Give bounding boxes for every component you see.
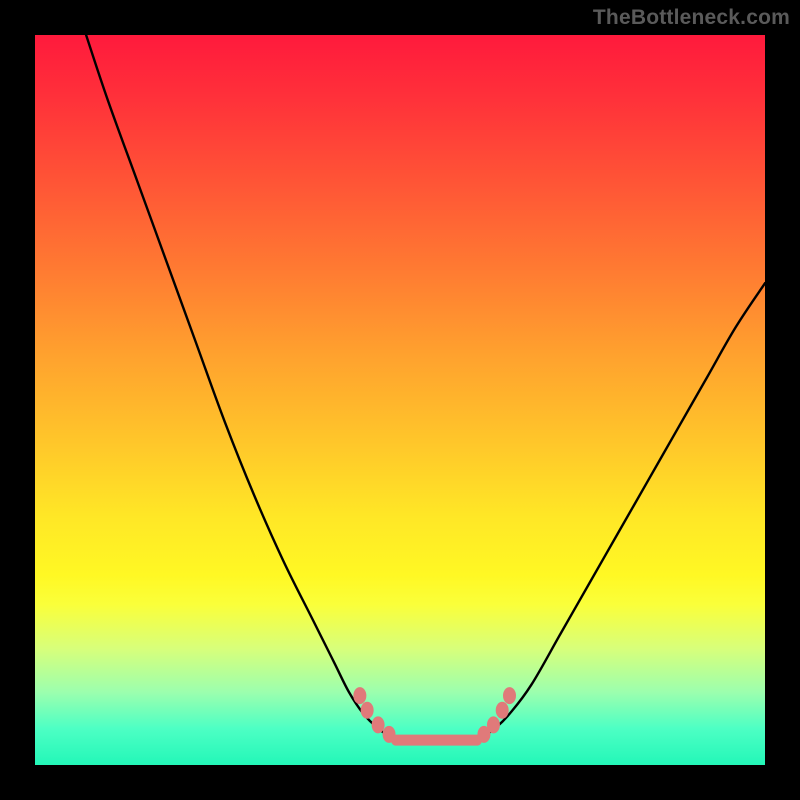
marker-dot bbox=[383, 726, 396, 743]
plot-area bbox=[35, 35, 765, 765]
marker-group bbox=[353, 687, 516, 743]
marker-dot bbox=[503, 687, 516, 704]
watermark-text: TheBottleneck.com bbox=[593, 6, 790, 30]
curve-right bbox=[484, 283, 765, 736]
marker-dot bbox=[487, 716, 500, 733]
bottleneck-curve bbox=[86, 35, 765, 741]
chart-svg bbox=[35, 35, 765, 765]
curve-left bbox=[86, 35, 389, 736]
marker-dot bbox=[496, 702, 509, 719]
marker-dot bbox=[372, 716, 385, 733]
marker-dot bbox=[361, 702, 374, 719]
marker-dot bbox=[353, 687, 366, 704]
outer-frame: TheBottleneck.com bbox=[0, 0, 800, 800]
